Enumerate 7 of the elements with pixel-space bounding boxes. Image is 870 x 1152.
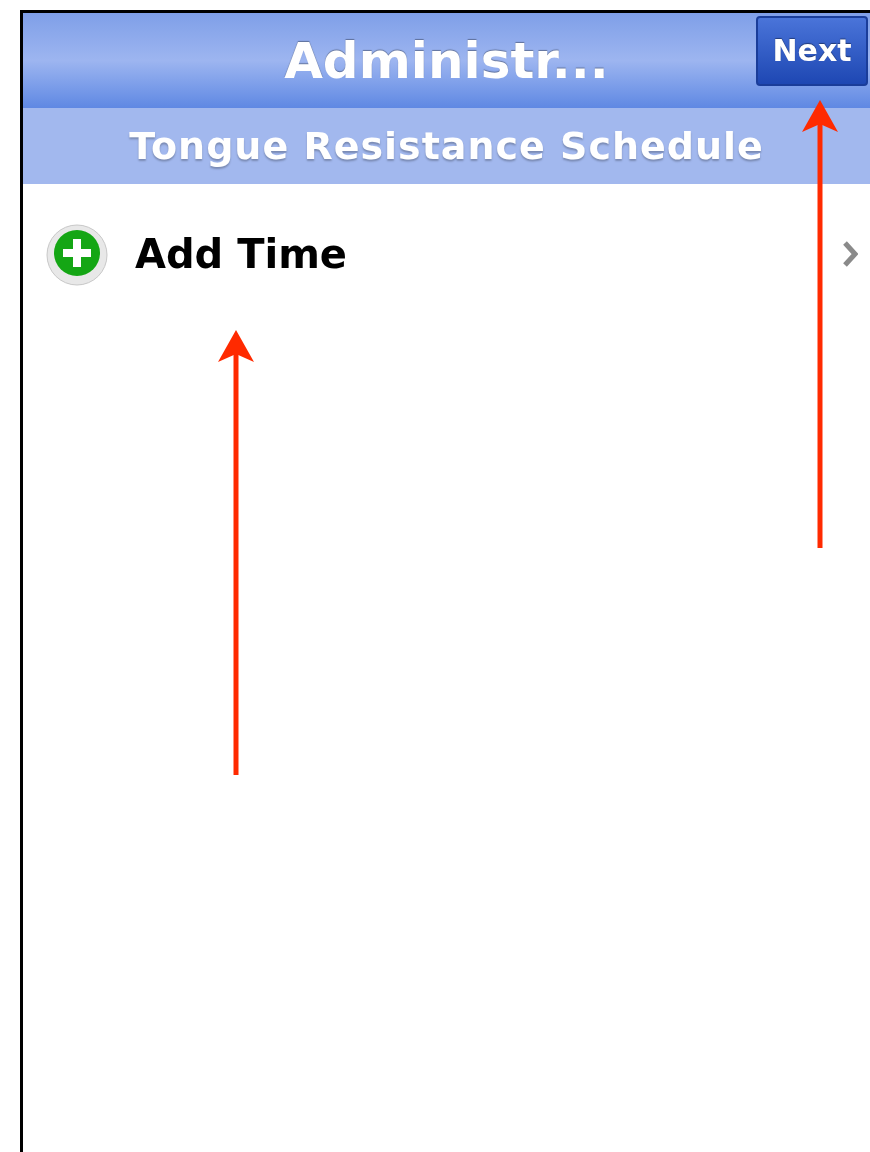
- next-button[interactable]: Next: [756, 15, 868, 86]
- row-label: Add Time: [135, 230, 347, 279]
- subtitle-text: Tongue Resistance Schedule: [129, 122, 764, 170]
- add-icon: [45, 222, 109, 286]
- list-row[interactable]: Add Time: [23, 184, 870, 324]
- chevron-icon: [842, 240, 858, 268]
- nav-title: Administr...: [284, 35, 609, 86]
